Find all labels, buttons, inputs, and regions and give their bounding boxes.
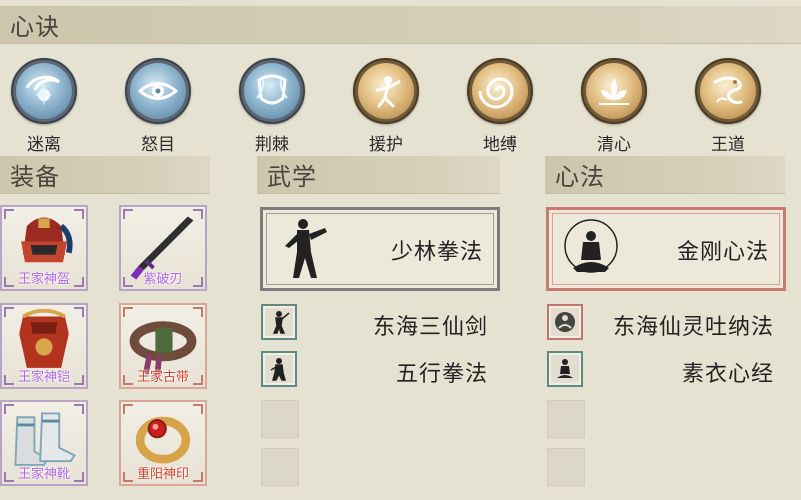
breathing-figure-icon (555, 312, 575, 332)
equip-armor[interactable]: 王家神铠 (0, 303, 88, 389)
inner-art-empty-slot[interactable] (547, 448, 585, 486)
boxer-icon (270, 358, 286, 381)
inner-art-item-1-icon-frame[interactable] (547, 304, 583, 340)
martial-arts-title: 武学 (267, 163, 317, 191)
equipment-title: 装备 (10, 163, 60, 191)
equip-blade[interactable]: 紫破刃 (119, 205, 207, 291)
inner-art-main-slot[interactable]: 金刚心法 (546, 207, 786, 291)
thorn-shield-icon (256, 74, 288, 105)
martial-main-name: 少林拳法 (390, 240, 483, 265)
skill-icon-frame (11, 58, 77, 124)
seated-figure-icon (557, 359, 573, 378)
skill-icon-frame (353, 58, 419, 124)
equipment-header: 装备 (0, 156, 210, 194)
inner-art-item-2-icon-frame[interactable] (547, 351, 583, 387)
equip-boots[interactable]: 王家神靴 (0, 400, 88, 486)
eye-icon (137, 82, 179, 100)
inner-art-title: 心法 (555, 163, 605, 191)
skill-icon-frame (581, 58, 647, 124)
inner-art-header: 心法 (545, 156, 785, 194)
equip-name: 重阳神印 (136, 467, 189, 482)
skill-difu[interactable]: 地缚 (462, 58, 538, 155)
equip-name: 王家神盔 (17, 272, 70, 287)
skill-numu[interactable]: 怒目 (120, 58, 196, 155)
skill-icon-frame (467, 58, 533, 124)
skill-yuanhu[interactable]: 援护 (348, 58, 424, 155)
spiral-bind-icon (478, 77, 514, 109)
equip-name: 王家神铠 (17, 370, 70, 385)
swirl-star-icon (25, 75, 61, 106)
equip-name: 紫破刃 (143, 272, 183, 287)
martial-item-2-name[interactable]: 五行拳法 (310, 356, 488, 388)
martial-empty-slot[interactable] (261, 448, 299, 486)
skill-jingji[interactable]: 荆棘 (234, 58, 310, 155)
inner-art-item-2-name[interactable]: 素衣心经 (596, 356, 774, 388)
skill-icon-frame (125, 58, 191, 124)
monk-fighter-icon (285, 219, 327, 278)
swordsman-icon (272, 311, 290, 334)
equip-helmet[interactable]: 王家神盔 (0, 205, 88, 291)
equip-seal[interactable]: 重阳神印 (119, 400, 207, 486)
equip-name: 王家神靴 (17, 467, 70, 482)
skill-wangdao[interactable]: 王道 (690, 58, 766, 155)
equip-name: 王家古带 (136, 370, 189, 385)
skill-label: 迷离 (27, 135, 61, 155)
martial-main-slot[interactable]: 少林拳法 (260, 207, 500, 291)
martial-item-1-icon-frame[interactable] (261, 304, 297, 340)
skill-qingxin[interactable]: 清心 (576, 58, 652, 155)
skill-icon-frame (695, 58, 761, 124)
skill-icon-frame (239, 58, 305, 124)
martial-item-2-icon-frame[interactable] (261, 351, 297, 387)
skill-label: 援护 (369, 135, 403, 155)
xinjue-header: 心诀 (0, 6, 801, 44)
martial-empty-slot[interactable] (261, 400, 299, 438)
lotus-icon (599, 78, 629, 105)
dragon-icon (713, 76, 743, 104)
martial-arts-header: 武学 (257, 156, 500, 194)
skill-mili[interactable]: 迷离 (6, 58, 82, 155)
inner-art-main-name: 金刚心法 (676, 240, 769, 265)
martial-item-1-name[interactable]: 东海三仙剑 (310, 309, 488, 341)
skill-label: 怒目 (141, 135, 175, 155)
xinjue-title: 心诀 (10, 13, 60, 41)
inner-art-empty-slot[interactable] (547, 400, 585, 438)
skill-label: 荆棘 (255, 135, 289, 155)
skill-label: 地缚 (483, 135, 517, 155)
skill-label: 王道 (711, 135, 745, 155)
inner-art-item-1-name[interactable]: 东海仙灵吐纳法 (596, 309, 774, 341)
guardian-figure-icon (375, 76, 401, 108)
skill-label: 清心 (597, 135, 631, 155)
equip-belt[interactable]: 王家古带 (119, 303, 207, 389)
meditating-monk-icon (564, 219, 618, 273)
